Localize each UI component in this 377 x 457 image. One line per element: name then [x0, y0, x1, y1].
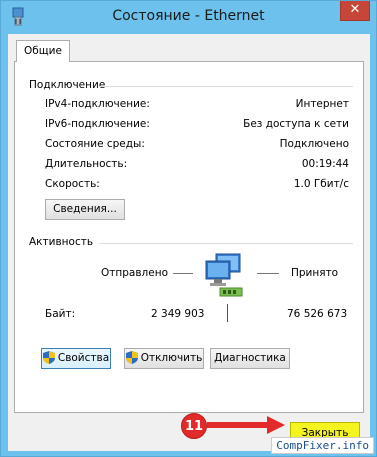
properties-button[interactable]: Свойства: [41, 348, 111, 369]
bytes-label: Байт:: [45, 308, 76, 320]
activity-group-divider: [99, 243, 353, 244]
activity-group-label: Активность: [29, 236, 94, 248]
disable-button[interactable]: Отключить: [124, 348, 204, 369]
uac-shield-icon: [42, 351, 55, 364]
title-bar[interactable]: Состояние - Ethernet ✕: [1, 1, 376, 34]
connection-group-label: Подключение: [29, 79, 106, 91]
status-window: Состояние - Ethernet ✕ Общие Подключение…: [0, 0, 377, 457]
ipv6-label: IPv6-подключение:: [45, 118, 150, 130]
tab-panel-general: Подключение IPv4-подключение: Интернет I…: [14, 61, 364, 413]
sent-line: [173, 273, 193, 274]
window-close-button[interactable]: ✕: [340, 1, 370, 21]
close-icon: ✕: [349, 2, 361, 17]
received-label: Принято: [291, 267, 339, 279]
media-state-label: Состояние среды:: [45, 138, 145, 150]
connection-group-divider: [99, 86, 353, 87]
duration-value: 00:19:44: [301, 158, 349, 170]
duration-label: Длительность:: [45, 158, 128, 170]
received-line: [257, 273, 279, 274]
ipv4-value: Интернет: [295, 98, 349, 110]
speed-value: 1.0 Гбит/с: [293, 178, 349, 190]
ipv6-value: Без доступа к сети: [243, 118, 349, 130]
bytes-sent-value: 2 349 903: [151, 308, 205, 320]
ipv4-label: IPv4-подключение:: [45, 98, 150, 110]
diagnostics-button[interactable]: Диагностика: [210, 348, 290, 369]
watermark: CompFixer.info: [271, 437, 374, 454]
window-title: Состояние - Ethernet: [112, 8, 265, 24]
uac-shield-icon: [125, 351, 138, 364]
speed-label: Скорость:: [45, 178, 100, 190]
details-button[interactable]: Сведения...: [45, 199, 125, 220]
tab-general[interactable]: Общие: [16, 40, 70, 62]
dialog-client-area: Общие Подключение IPv4-подключение: Инте…: [8, 34, 370, 451]
bytes-divider: [227, 304, 228, 322]
sent-label: Отправлено: [101, 267, 168, 279]
disable-button-label: Отключить: [140, 352, 203, 364]
media-state-value: Подключено: [279, 138, 349, 150]
step-marker: 11: [181, 413, 207, 439]
network-activity-icon: [205, 253, 243, 297]
red-arrow-icon: [207, 416, 285, 434]
properties-button-label: Свойства: [57, 352, 110, 364]
bytes-received-value: 76 526 673: [287, 308, 348, 320]
